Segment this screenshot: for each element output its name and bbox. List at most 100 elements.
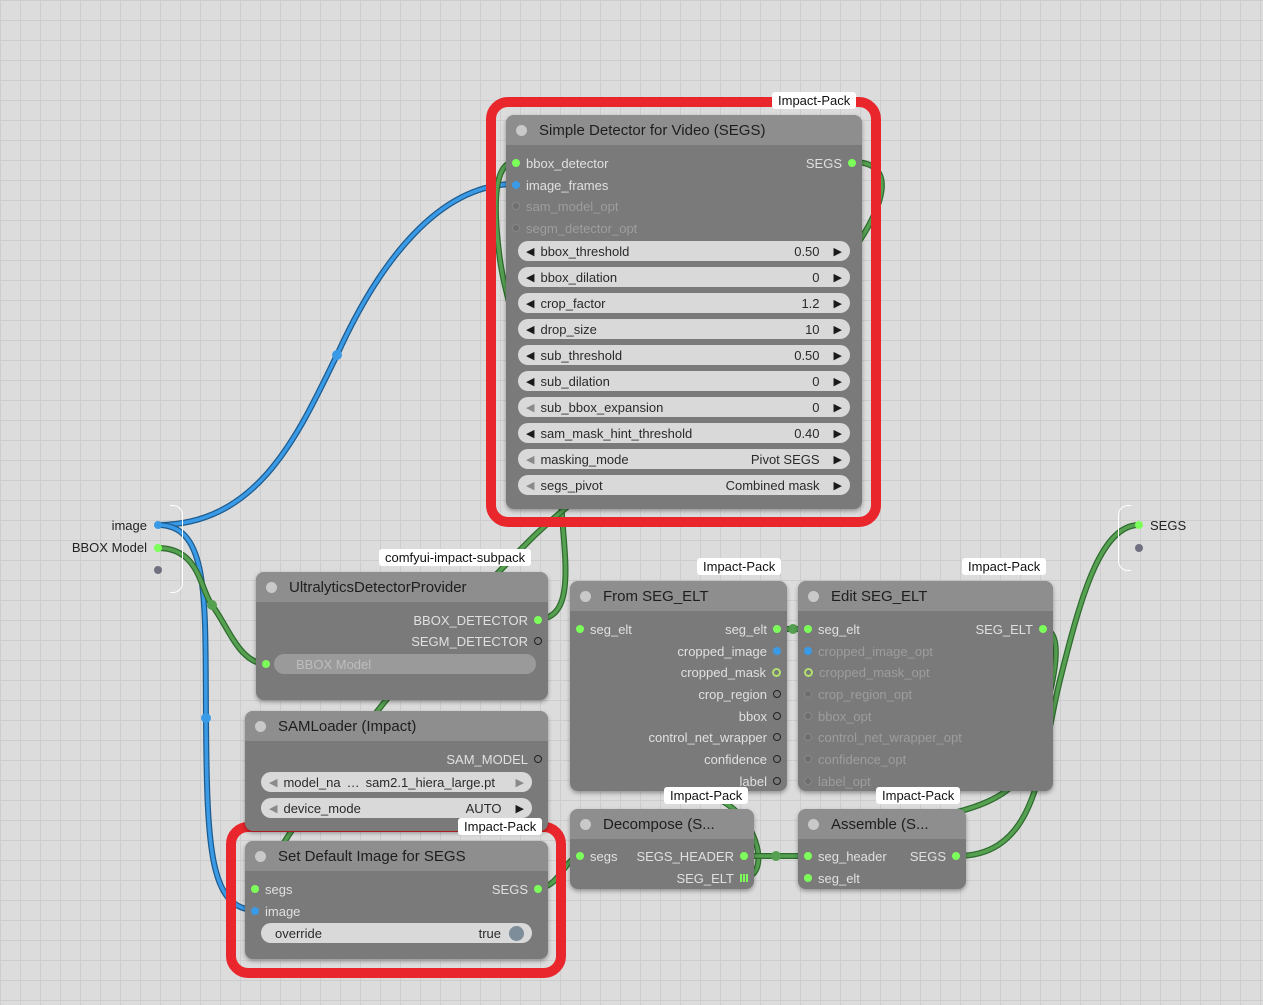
input-label-opt[interactable]: label_opt (804, 772, 871, 790)
increment-icon: ▶ (833, 323, 842, 336)
output-segs[interactable]: SEGS (806, 154, 856, 172)
output-segs-header[interactable]: SEGS_HEADER (636, 847, 748, 865)
input-control-net-wrapper-opt[interactable]: control_net_wrapper_opt (804, 728, 962, 746)
output-bbox-detector[interactable]: BBOX_DETECTOR (413, 611, 542, 629)
collapse-dot-icon[interactable] (516, 124, 527, 136)
output-cropped-image[interactable]: cropped_image (677, 642, 781, 660)
node-set-default-image[interactable]: Set Default Image for SEGS segs image SE… (245, 841, 548, 959)
increment-icon: ▶ (833, 245, 842, 258)
decrement-icon: ◀ (526, 297, 535, 310)
group-input-image-dot[interactable] (154, 521, 162, 529)
group-input-bbox-dot[interactable] (154, 544, 162, 552)
node-title: Edit SEG_ELT (831, 587, 928, 605)
collapse-dot-icon[interactable] (808, 818, 819, 830)
output-seg-elt[interactable]: SEG_ELT (676, 869, 748, 887)
input-segm-detector-opt[interactable]: segm_detector_opt (512, 219, 637, 237)
widget-device-mode[interactable]: ◀ device_mode AUTO ▶ (261, 798, 532, 818)
input-confidence-opt[interactable]: confidence_opt (804, 750, 906, 768)
widget-segs-pivot[interactable]: ◀ segs_pivot Combined mask ▶ (518, 475, 850, 495)
output-confidence[interactable]: confidence (704, 750, 781, 768)
input-cropped-mask-opt[interactable]: cropped_mask_opt (804, 663, 930, 681)
increment-icon: ▶ (833, 427, 842, 440)
widget-bbox-dilation[interactable]: ◀ bbox_dilation 0 ▶ (518, 267, 850, 287)
widget-crop-factor[interactable]: ◀ crop_factor 1.2 ▶ (518, 293, 850, 313)
node-title-bar[interactable]: Assemble (S... (798, 809, 966, 839)
output-cropped-mask[interactable]: cropped_mask (681, 663, 781, 681)
node-title: SAMLoader (Impact) (278, 717, 417, 735)
output-segs[interactable]: SEGS (492, 880, 542, 898)
node-title-bar[interactable]: UltralyticsDetectorProvider (256, 572, 548, 602)
output-segm-detector[interactable]: SEGM_DETECTOR (411, 632, 542, 650)
output-sam-model[interactable]: SAM_MODEL (446, 750, 542, 768)
assemble-badge: Impact-Pack (876, 787, 961, 804)
node-assemble[interactable]: Assemble (S... seg_header seg_elt SEGS (798, 809, 966, 889)
widget-bbox-model[interactable]: BBOX Model (274, 654, 536, 674)
node-title-bar[interactable]: From SEG_ELT (570, 581, 787, 611)
collapse-dot-icon[interactable] (255, 720, 266, 732)
input-segs[interactable]: segs (576, 847, 617, 865)
decrement-icon: ◀ (526, 349, 535, 362)
node-from-seg-elt[interactable]: From SEG_ELT seg_elt seg_elt cropped_ima… (570, 581, 787, 791)
edit-seg-elt-badge: Impact-Pack (962, 558, 1047, 575)
output-segs[interactable]: SEGS (910, 847, 960, 865)
decompose-badge: Impact-Pack (664, 787, 749, 804)
input-seg-header[interactable]: seg_header (804, 847, 887, 865)
node-title-bar[interactable]: SAMLoader (Impact) (245, 711, 548, 741)
increment-icon: ▶ (833, 271, 842, 284)
input-sam-model-opt[interactable]: sam_model_opt (512, 197, 619, 215)
collapse-dot-icon[interactable] (580, 818, 591, 830)
node-edit-seg-elt[interactable]: Edit SEG_ELT seg_elt cropped_image_opt c… (798, 581, 1053, 791)
node-simple-detector[interactable]: Simple Detector for Video (SEGS) bbox_de… (506, 115, 862, 509)
group-output-empty-dot[interactable] (1135, 544, 1143, 552)
node-ultralytics[interactable]: UltralyticsDetectorProvider BBOX_DETECTO… (256, 572, 548, 700)
input-seg-elt[interactable]: seg_elt (576, 620, 632, 638)
group-output-segs-dot[interactable] (1135, 521, 1143, 529)
input-crop-region-opt[interactable]: crop_region_opt (804, 685, 912, 703)
node-title: Decompose (S... (603, 815, 715, 833)
decrement-icon: ◀ (269, 802, 278, 815)
widget-drop-size[interactable]: ◀ drop_size 10 ▶ (518, 319, 850, 339)
widget-override-toggle[interactable]: override true (261, 923, 532, 943)
node-title-bar[interactable]: Edit SEG_ELT (798, 581, 1053, 611)
widget-sub-threshold[interactable]: ◀ sub_threshold 0.50 ▶ (518, 345, 850, 365)
group-input-empty-dot[interactable] (154, 566, 162, 574)
input-bbox-opt[interactable]: bbox_opt (804, 707, 872, 725)
node-title: Assemble (S... (831, 815, 929, 833)
node-title-bar[interactable]: Simple Detector for Video (SEGS) (506, 115, 862, 145)
widget-sam-mask-hint-threshold[interactable]: ◀ sam_mask_hint_threshold 0.40 ▶ (518, 423, 850, 443)
input-segs[interactable]: segs (251, 880, 292, 898)
node-samloader[interactable]: SAMLoader (Impact) SAM_MODEL ◀ model_na… s… (245, 711, 548, 831)
input-seg-elt[interactable]: seg_elt (804, 620, 860, 638)
output-seg-elt[interactable]: seg_elt (725, 620, 781, 638)
output-bbox[interactable]: bbox (739, 707, 781, 725)
collapse-dot-icon[interactable] (266, 581, 277, 593)
increment-icon: ▶ (833, 453, 842, 466)
node-title-bar[interactable]: Set Default Image for SEGS (245, 841, 548, 871)
input-image[interactable]: image (251, 902, 300, 920)
increment-icon: ▶ (833, 479, 842, 492)
input-seg-elt[interactable]: seg_elt (804, 869, 860, 887)
collapse-dot-icon[interactable] (808, 590, 819, 602)
widget-bbox-threshold[interactable]: ◀ bbox_threshold 0.50 ▶ (518, 241, 850, 261)
from-seg-elt-badge: Impact-Pack (697, 558, 782, 575)
increment-icon: ▶ (515, 802, 524, 815)
input-bbox-detector[interactable]: bbox_detector (512, 154, 608, 172)
output-crop-region[interactable]: crop_region (698, 685, 781, 703)
collapse-dot-icon[interactable] (580, 590, 591, 602)
node-decompose[interactable]: Decompose (S... segs SEGS_HEADER SEG_ELT (570, 809, 754, 889)
input-image-frames[interactable]: image_frames (512, 176, 608, 194)
widget-masking-mode[interactable]: ◀ masking_mode Pivot SEGS ▶ (518, 449, 850, 469)
collapse-dot-icon[interactable] (255, 850, 266, 862)
output-control-net-wrapper[interactable]: control_net_wrapper (648, 728, 781, 746)
node-title-bar[interactable]: Decompose (S... (570, 809, 754, 839)
widget-model-name[interactable]: ◀ model_na… sam2.1_hiera_large.pt ▶ (261, 772, 532, 792)
output-seg-elt[interactable]: SEG_ELT (975, 620, 1047, 638)
input-cropped-image-opt[interactable]: cropped_image_opt (804, 642, 933, 660)
widget-sub-dilation[interactable]: ◀ sub_dilation 0 ▶ (518, 371, 850, 391)
widget-sub-bbox-expansion[interactable]: ◀ sub_bbox_expansion 0 ▶ (518, 397, 850, 417)
increment-icon: ▶ (833, 349, 842, 362)
decrement-icon: ◀ (526, 453, 535, 466)
decrement-icon: ◀ (526, 375, 535, 388)
node-title: From SEG_ELT (603, 587, 709, 605)
decrement-icon: ◀ (526, 479, 535, 492)
